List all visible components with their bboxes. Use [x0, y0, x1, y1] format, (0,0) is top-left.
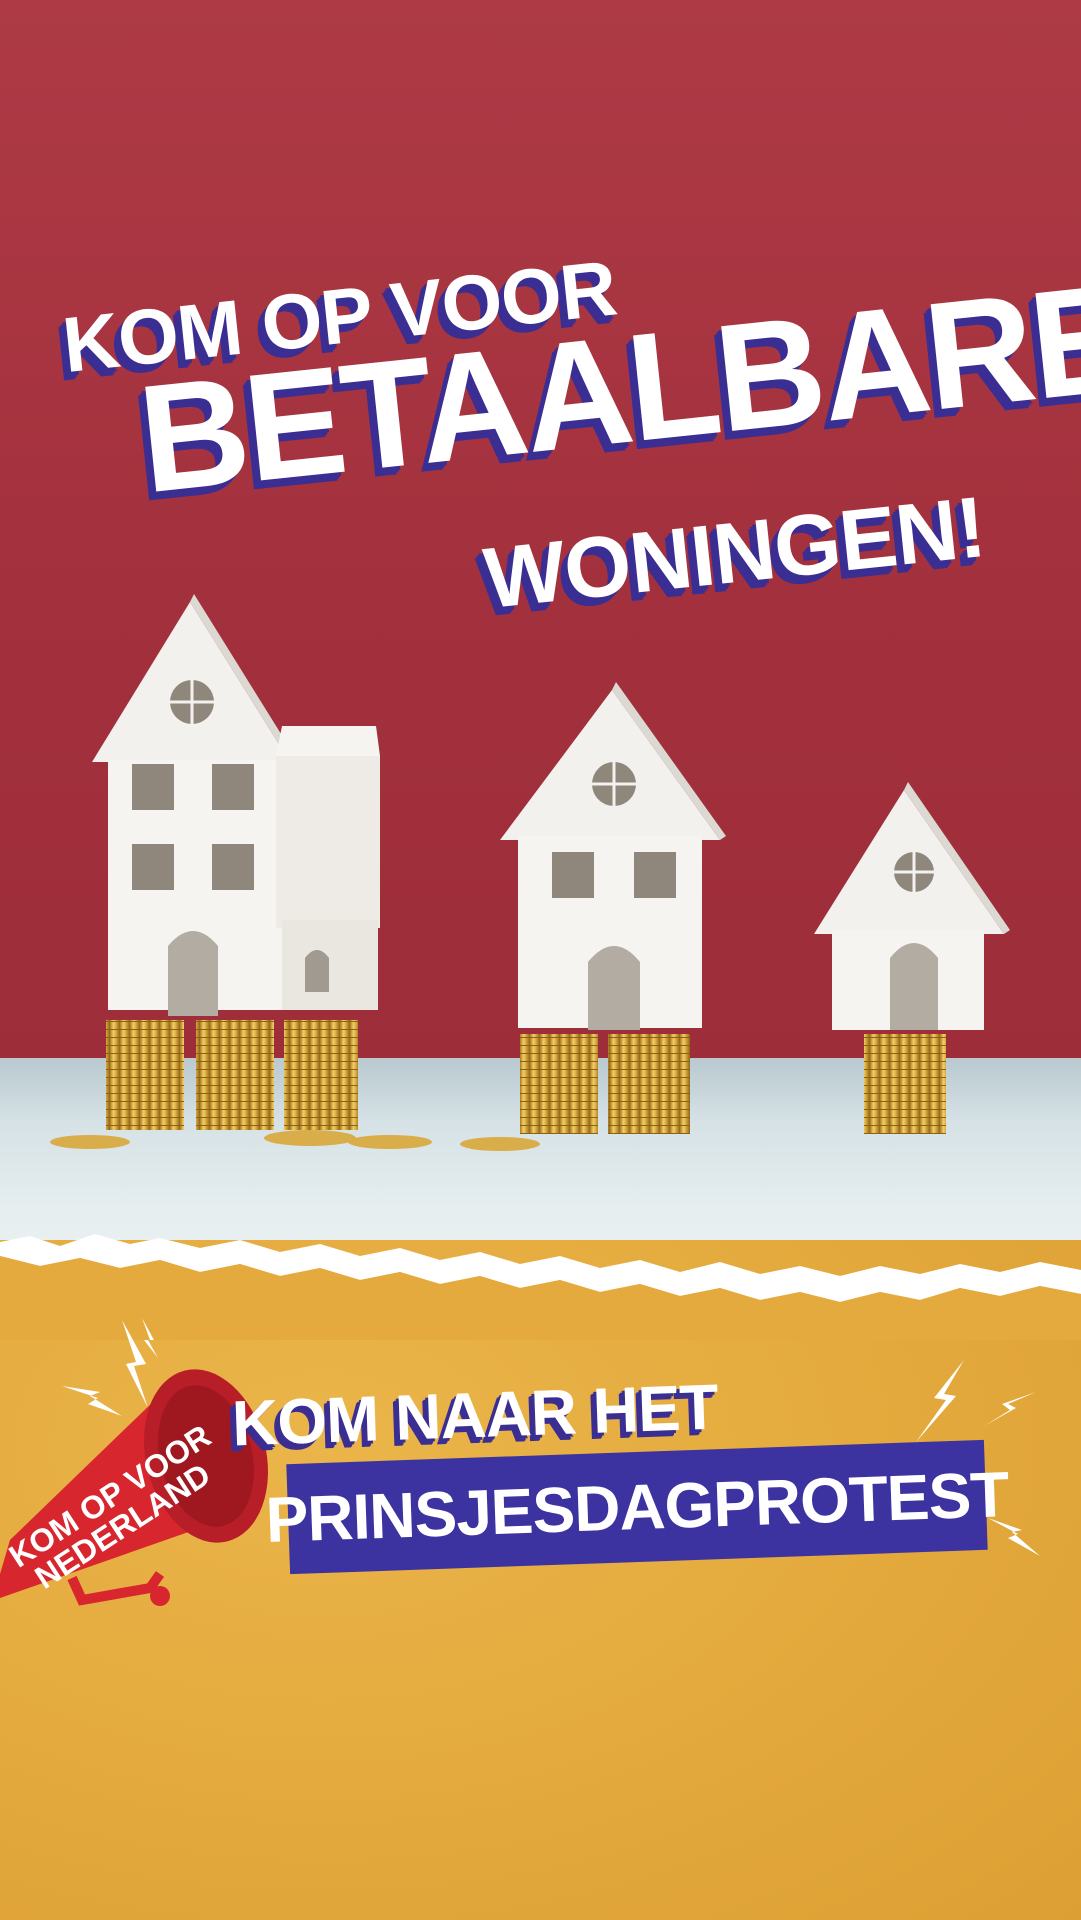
houses-illustration	[50, 594, 1010, 1151]
lightning-icon	[984, 1392, 1036, 1426]
lightning-icon	[916, 1360, 964, 1442]
poster: KOM OP VOOR BETAALBARE WONINGEN! KOM OP …	[0, 0, 1081, 1920]
house-icon-small	[814, 782, 1010, 1030]
headline: KOM OP VOOR BETAALBARE WONINGEN!	[0, 0, 1081, 650]
coin-stack-icon-medium	[460, 1034, 690, 1151]
coin-stack-icon-large	[50, 1020, 432, 1149]
house-icon-large	[92, 594, 380, 1016]
cta-line-2: PRINSJESDAGPROTEST	[264, 1458, 1010, 1556]
headline-line-3: WONINGEN!	[479, 479, 990, 628]
house-icon-medium	[500, 682, 726, 1030]
coin-stack-icon-small	[864, 1034, 946, 1134]
